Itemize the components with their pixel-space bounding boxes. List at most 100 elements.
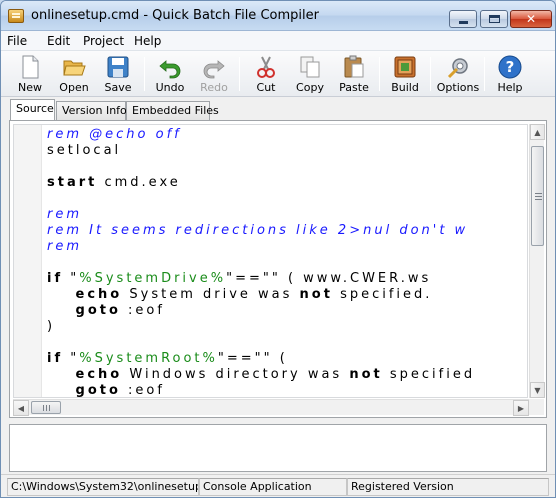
code-token: "=="" ( www.CWER.ws [226,271,432,286]
code-line[interactable] [47,159,475,175]
code-token: start [47,175,98,190]
build-label: Build [391,81,419,94]
redo-button[interactable]: Redo [192,53,236,95]
menu-file[interactable]: File [7,34,27,48]
help-label: Help [497,81,523,94]
scroll-down-arrow-icon[interactable]: ▼ [530,382,545,398]
menu-project[interactable]: Project [83,34,124,48]
tab-version-info[interactable]: Version Info [56,101,127,121]
toolbar: New Open Save Undo Redo Cut Copy Paste B… [1,51,555,97]
toolbar-separator [430,57,431,91]
code-token: if [47,351,64,366]
title-bar[interactable]: onlinesetup.cmd - Quick Batch File Compi… [1,1,555,31]
code-token: goto [75,383,121,398]
line-gutter [14,125,42,397]
code-line[interactable]: rem @echo off [47,127,475,143]
grip-line [535,196,542,197]
folder-open-icon [63,60,86,76]
code-line[interactable]: goto :eof [47,383,475,398]
cut-button[interactable]: Cut [244,53,288,95]
vertical-scroll-thumb[interactable] [531,146,544,246]
grip-line [46,405,47,411]
code-token: %SystemDrive% [79,271,227,286]
copy-icon [300,56,320,78]
floppy-disk-icon [107,56,129,78]
options-button[interactable]: Options [436,53,480,95]
code-line[interactable]: rem [47,207,475,223]
code-line[interactable]: if "%SystemRoot%"=="" ( [47,351,475,367]
batch-file-app-icon[interactable] [8,9,24,23]
copy-button[interactable]: Copy [288,53,332,95]
horizontal-scrollbar[interactable]: ◀ ▶ [13,399,529,416]
help-button[interactable]: ? Help [488,53,532,95]
code-token: echo [75,367,123,382]
scissors-icon [257,56,275,78]
code-editor[interactable]: rem @echo off setlocal start cmd.exe rem r… [13,124,528,398]
close-button[interactable]: ✕ [510,10,552,28]
scroll-left-arrow-icon[interactable]: ◀ [13,400,29,416]
code-token: :eof [120,303,165,318]
horizontal-scroll-thumb[interactable] [31,401,61,414]
tab-source[interactable]: Source [10,99,55,121]
code-line[interactable]: ) [47,319,475,335]
code-token: " [63,271,80,286]
code-line[interactable] [47,191,475,207]
scroll-up-arrow-icon[interactable]: ▲ [530,124,545,140]
redo-label: Redo [200,81,228,94]
scroll-right-arrow-icon[interactable]: ▶ [513,400,529,416]
maximize-button[interactable] [480,10,508,28]
options-label: Options [436,81,480,94]
grip-line [49,405,50,411]
redo-arrow-icon [203,60,225,79]
code-line[interactable]: rem It seems redirections like 2>nul don… [47,223,475,239]
code-line[interactable] [47,255,475,271]
code-token: Windows directory was [122,367,350,382]
paste-label: Paste [339,81,369,94]
code-line[interactable]: setlocal [47,143,475,159]
output-pane[interactable] [9,424,547,472]
code-line[interactable] [47,335,475,351]
maximize-icon [489,15,500,23]
code-line[interactable]: echo Windows directory was not specified [47,367,475,383]
code-token: "=="" ( [217,351,288,366]
new-document-icon [22,55,39,79]
status-bar: C:\Windows\System32\onlinesetup.cmd Cons… [1,474,555,497]
code-token: setlocal [47,143,122,158]
code-token: if [47,271,64,286]
close-icon: ✕ [525,12,537,26]
paste-button[interactable]: Paste [332,53,376,95]
grip-line [43,405,44,411]
scrollbar-corner [529,399,544,415]
code-token: ) [47,319,56,334]
window-title: onlinesetup.cmd - Quick Batch File Compi… [31,8,319,23]
undo-button[interactable]: Undo [148,53,192,95]
code-line[interactable]: echo System drive was not specified. [47,287,475,303]
save-button[interactable]: Save [96,53,140,95]
minimize-icon [459,21,468,24]
code-token: rem [47,239,83,254]
options-gear-icon [447,58,468,79]
status-registration: Registered Version [347,478,549,496]
code-text[interactable]: rem @echo off setlocal start cmd.exe rem r… [47,127,475,398]
code-token: not [299,287,333,302]
code-line[interactable]: start cmd.exe [47,175,475,191]
tab-embedded-files[interactable]: Embedded Files [126,101,219,121]
save-label: Save [104,81,132,94]
grip-line [535,193,542,194]
minimize-button[interactable] [449,10,477,28]
code-token: System drive was [122,287,300,302]
code-line[interactable]: if "%SystemDrive%"=="" ( www.CWER.ws [47,271,475,287]
new-button[interactable]: New [8,53,52,95]
code-token: rem It seems redirections like 2>nul don… [47,223,469,238]
menu-help[interactable]: Help [134,34,161,48]
code-line[interactable]: goto :eof [47,303,475,319]
clipboard-paste-icon [344,55,364,78]
vertical-scrollbar[interactable]: ▲ ▼ [529,124,545,398]
build-button[interactable]: Build [383,53,427,95]
build-box-icon [394,56,416,78]
code-line[interactable]: rem [47,239,475,255]
menu-edit[interactable]: Edit [47,34,70,48]
open-button[interactable]: Open [52,53,96,95]
